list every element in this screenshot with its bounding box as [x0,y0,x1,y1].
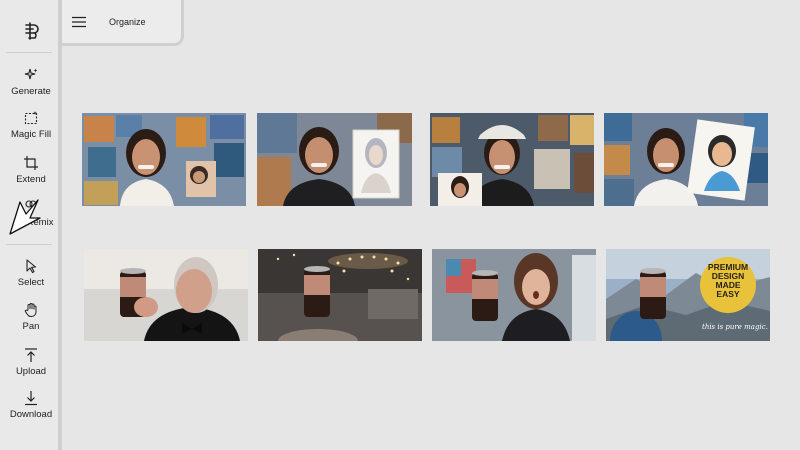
tool-label: Pan [22,321,40,332]
menu-icon[interactable] [72,16,86,28]
top-bar: Organize [62,0,184,46]
tool-label: Extend [16,174,46,185]
tool-label: Select [17,277,45,288]
tool-label: Magic Fill [10,129,52,140]
gallery-image-3[interactable] [430,113,594,206]
tool-label: Upload [15,366,47,377]
sparkle-icon [24,68,38,80]
tool-magic-fill[interactable]: Magic Fill [0,110,62,140]
gallery-image-1[interactable] [82,113,246,206]
gallery-image-2[interactable] [257,113,412,206]
download-icon [25,391,37,406]
app-logo-icon[interactable] [22,20,44,42]
gallery-image-6[interactable] [258,249,422,341]
tool-select[interactable]: Select [0,258,62,288]
sidebar-divider [6,244,52,245]
gallery-image-5[interactable] [84,249,248,341]
gallery-image-8[interactable]: PREMIUM DESIGN MADE EASY this is pure ma… [606,249,770,341]
ad-tagline: this is pure magic. [702,323,768,331]
pointer-icon [26,259,37,274]
tool-label: Generate [11,86,51,97]
sidebar-divider [6,52,52,53]
hand-icon [24,303,37,317]
tool-upload[interactable]: Upload [0,347,62,377]
tool-extend[interactable]: Extend [0,155,62,185]
gallery-image-4[interactable] [604,113,768,206]
ad-badge-text: PREMIUM DESIGN MADE EASY [700,263,756,299]
gallery-image-7[interactable] [432,249,596,341]
ad-line-4: EASY [716,289,740,299]
tool-download[interactable]: Download [0,390,62,420]
crop-extend-icon [24,156,38,170]
upload-icon [25,348,37,362]
page-title: Organize [109,17,146,27]
tool-label: Download [9,409,53,420]
magic-fill-icon [24,111,38,125]
tool-pan[interactable]: Pan [0,302,62,332]
tool-generate[interactable]: Generate [0,67,62,97]
mouse-cursor-icon [9,199,41,235]
